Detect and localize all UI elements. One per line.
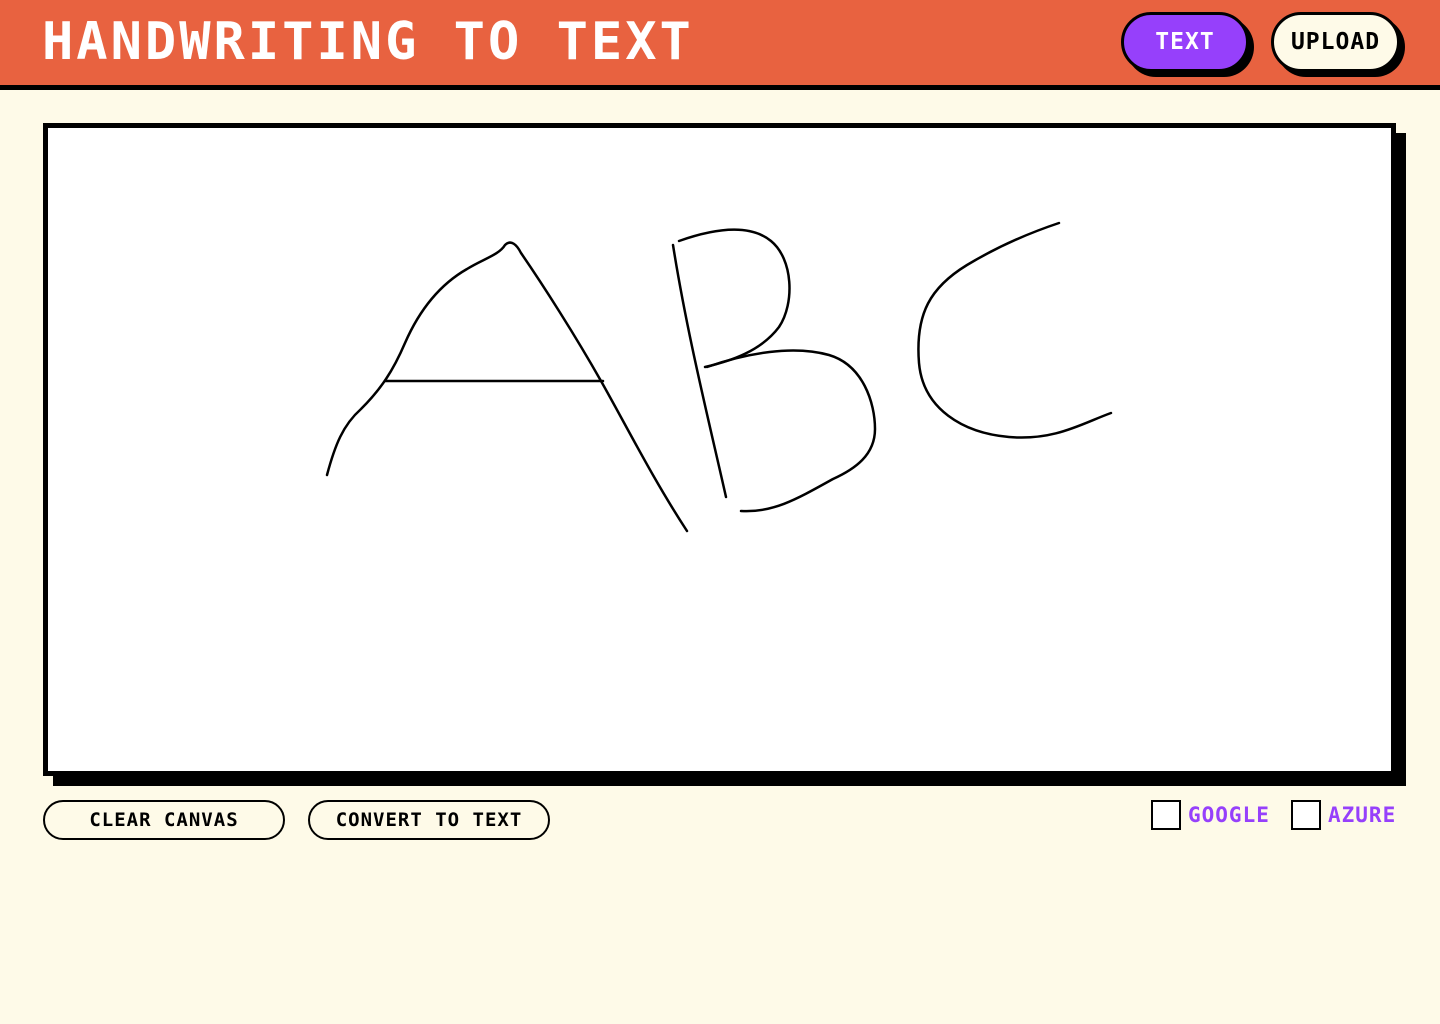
azure-engine-option: AZURE bbox=[1291, 799, 1396, 831]
app-title: HANDWRITING TO TEXT bbox=[42, 12, 694, 72]
text-mode-button[interactable]: TEXT bbox=[1121, 12, 1249, 72]
clear-canvas-button[interactable]: CLEAR CANVAS bbox=[43, 800, 285, 840]
upload-mode-button[interactable]: UPLOAD bbox=[1271, 12, 1400, 72]
letter-a-stroke bbox=[325, 241, 689, 533]
app-header: HANDWRITING TO TEXT TEXT UPLOAD bbox=[0, 0, 1440, 90]
google-label[interactable]: GOOGLE bbox=[1188, 803, 1270, 827]
handwriting-strokes bbox=[325, 221, 1113, 533]
drawing-canvas[interactable] bbox=[43, 123, 1396, 776]
letter-b-bottom-bowl bbox=[705, 349, 877, 513]
convert-to-text-button[interactable]: CONVERT TO TEXT bbox=[308, 800, 550, 840]
google-engine-option: GOOGLE bbox=[1151, 799, 1270, 831]
azure-label[interactable]: AZURE bbox=[1328, 803, 1396, 827]
letter-b-top-bowl bbox=[677, 228, 791, 369]
letter-b-stem bbox=[671, 243, 728, 499]
google-checkbox[interactable] bbox=[1151, 800, 1181, 830]
azure-checkbox[interactable] bbox=[1291, 800, 1321, 830]
letter-c-stroke bbox=[917, 221, 1113, 439]
